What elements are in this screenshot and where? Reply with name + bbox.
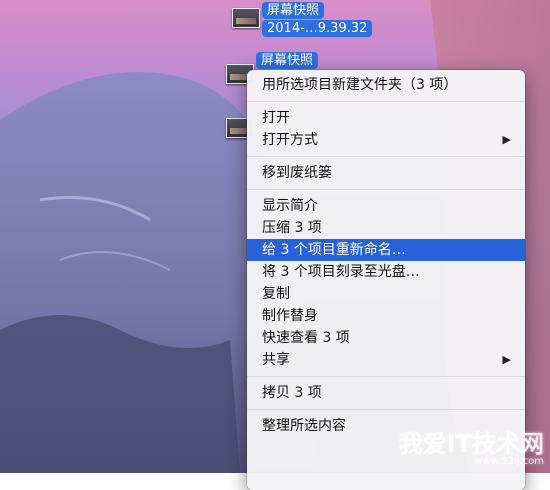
menu-item-get-info[interactable]: 显示简介 xyxy=(247,195,525,217)
menu-separator xyxy=(247,189,525,190)
menu-separator xyxy=(247,376,525,377)
file-label[interactable]: 屏幕快照 xyxy=(256,52,319,69)
menu-item-open-with[interactable]: 打开方式 ▶ xyxy=(247,129,525,151)
file-thumbnail-icon xyxy=(232,8,260,28)
file-label-detail[interactable]: 2014-…9.39.32 xyxy=(262,20,373,37)
menu-item-move-to-trash[interactable]: 移到废纸篓 xyxy=(247,162,525,184)
menu-item-label: 给 3 个项目重新命名… xyxy=(262,242,406,258)
menu-item-label: 压缩 3 项 xyxy=(262,220,322,236)
menu-item-rename[interactable]: 给 3 个项目重新命名… xyxy=(247,239,525,261)
menu-item-burn-to-disc[interactable]: 将 3 个项目刻录至光盘… xyxy=(247,261,525,283)
menu-separator xyxy=(247,101,525,102)
menu-separator xyxy=(247,409,525,410)
menu-item-label: 制作替身 xyxy=(262,308,318,324)
menu-item-label: 整理所选内容 xyxy=(262,418,346,434)
menu-item-share[interactable]: 共享 ▶ xyxy=(247,349,525,371)
watermark-text: 我爱IT技术网 xyxy=(398,430,544,458)
submenu-arrow-icon: ▶ xyxy=(502,353,511,366)
menu-item-make-alias[interactable]: 制作替身 xyxy=(247,305,525,327)
watermark: 我爱IT技术网 www.52ij.com xyxy=(399,424,544,467)
menu-item-label: 移到废纸篓 xyxy=(262,165,332,181)
menu-item-label: 将 3 个项目刻录至光盘… xyxy=(262,264,420,280)
menu-item-label: 用所选项目新建文件夹（3 项） xyxy=(262,77,458,93)
menu-item-label: 打开 xyxy=(262,110,290,126)
menu-item-new-folder-with-selection[interactable]: 用所选项目新建文件夹（3 项） xyxy=(247,74,525,96)
menu-item-label: 快速查看 3 项 xyxy=(262,330,350,346)
menu-separator xyxy=(247,156,525,157)
menu-item-copy[interactable]: 拷贝 3 项 xyxy=(247,382,525,404)
menu-item-open[interactable]: 打开 xyxy=(247,107,525,129)
menu-item-label: 打开方式 xyxy=(262,132,318,148)
file-label[interactable]: 屏幕快照 xyxy=(262,2,325,19)
menu-item-quick-look[interactable]: 快速查看 3 项 xyxy=(247,327,525,349)
menu-item-compress[interactable]: 压缩 3 项 xyxy=(247,217,525,239)
submenu-arrow-icon: ▶ xyxy=(502,133,511,146)
menu-item-label: 拷贝 3 项 xyxy=(262,385,322,401)
menu-item-label: 显示简介 xyxy=(262,198,318,214)
menu-item-label: 共享 xyxy=(262,352,290,368)
menu-item-duplicate[interactable]: 复制 xyxy=(247,283,525,305)
menu-item-label: 复制 xyxy=(262,286,290,302)
